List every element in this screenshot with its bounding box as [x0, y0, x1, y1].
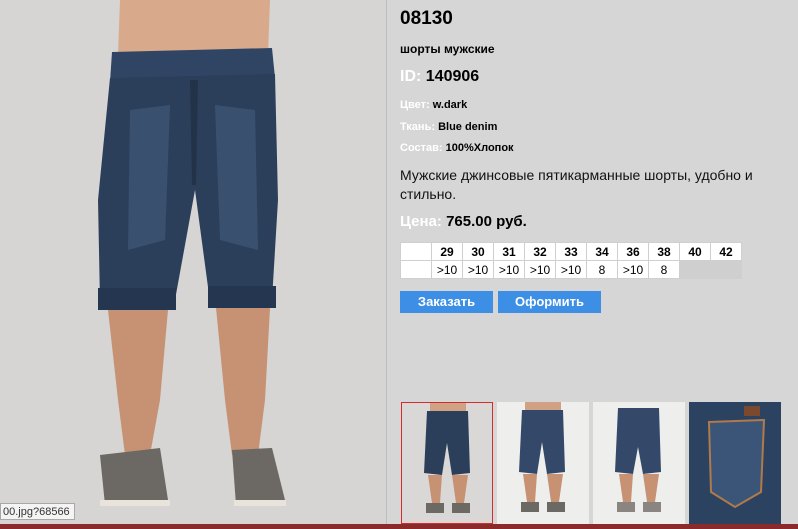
thumbnail-front-dark[interactable] — [401, 402, 493, 524]
status-url-tooltip: 00.jpg?68566 — [0, 503, 75, 520]
product-article: 08130 — [400, 8, 453, 29]
size-header-cell: 32 — [524, 242, 556, 261]
composition-value: 100%Хлопок — [445, 142, 514, 154]
stock-cell[interactable]: >10 — [617, 260, 649, 279]
size-header-cell: 31 — [493, 242, 525, 261]
thumbnail-pocket-detail[interactable] — [689, 402, 781, 524]
product-description: Мужские джинсовые пятикарманные шорты, у… — [400, 167, 753, 202]
size-stock-row: >10 >10 >10 >10 >10 8 >10 8 — [400, 260, 742, 279]
size-header-row: 29 30 31 32 33 34 36 38 40 42 — [400, 242, 742, 261]
size-corner-cell — [400, 242, 432, 261]
stock-cell[interactable]: >10 — [462, 260, 494, 279]
size-header-cell: 40 — [679, 242, 711, 261]
stock-cell-unavailable — [679, 260, 711, 279]
product-id: ID: 140906 — [400, 68, 479, 86]
product-subtitle: шорты мужские — [400, 42, 495, 56]
fabric-attribute: Ткань: Blue denim — [400, 121, 497, 133]
shorts-model-image — [0, 0, 386, 529]
stock-cell[interactable]: 8 — [586, 260, 618, 279]
id-label: ID: — [400, 68, 422, 85]
stock-cell[interactable]: 8 — [648, 260, 680, 279]
price-value: 765.00 руб. — [446, 213, 527, 230]
color-value: w.dark — [432, 99, 468, 111]
color-attribute: Цвет: w.dark — [400, 99, 467, 111]
stock-corner-cell — [400, 260, 432, 279]
thumbnail-image — [497, 402, 589, 524]
stock-cell[interactable]: >10 — [555, 260, 587, 279]
thumbnail-front-light[interactable] — [497, 402, 589, 524]
stock-cell[interactable]: >10 — [524, 260, 556, 279]
size-header-cell: 36 — [617, 242, 649, 261]
thumbnail-image — [689, 402, 781, 524]
price-label: Цена: — [400, 213, 442, 230]
bottom-border — [0, 524, 798, 529]
size-header-cell: 30 — [462, 242, 494, 261]
size-header-cell: 29 — [431, 242, 463, 261]
size-header-cell: 38 — [648, 242, 680, 261]
thumbnail-back[interactable] — [593, 402, 685, 524]
composition-attribute: Состав: 100%Хлопок — [400, 142, 514, 154]
composition-label: Состав: — [400, 142, 443, 154]
size-stock-table: 29 30 31 32 33 34 36 38 40 42 >10 >10 >1… — [400, 242, 742, 279]
stock-cell[interactable]: >10 — [493, 260, 525, 279]
size-header-cell: 42 — [710, 242, 742, 261]
thumbnail-image — [402, 403, 492, 523]
thumbnail-image — [593, 402, 685, 524]
stock-cell-unavailable — [710, 260, 742, 279]
id-value: 140906 — [425, 68, 480, 85]
size-header-cell: 34 — [586, 242, 618, 261]
fabric-label: Ткань: — [400, 121, 435, 133]
main-product-photo[interactable] — [0, 0, 387, 529]
fabric-value: Blue denim — [438, 121, 498, 133]
size-header-cell: 33 — [555, 242, 587, 261]
color-label: Цвет: — [400, 99, 430, 111]
order-button[interactable]: Заказать — [400, 291, 493, 313]
checkout-button[interactable]: Оформить — [498, 291, 601, 313]
product-price: Цена: 765.00 руб. — [400, 213, 527, 230]
stock-cell[interactable]: >10 — [431, 260, 463, 279]
